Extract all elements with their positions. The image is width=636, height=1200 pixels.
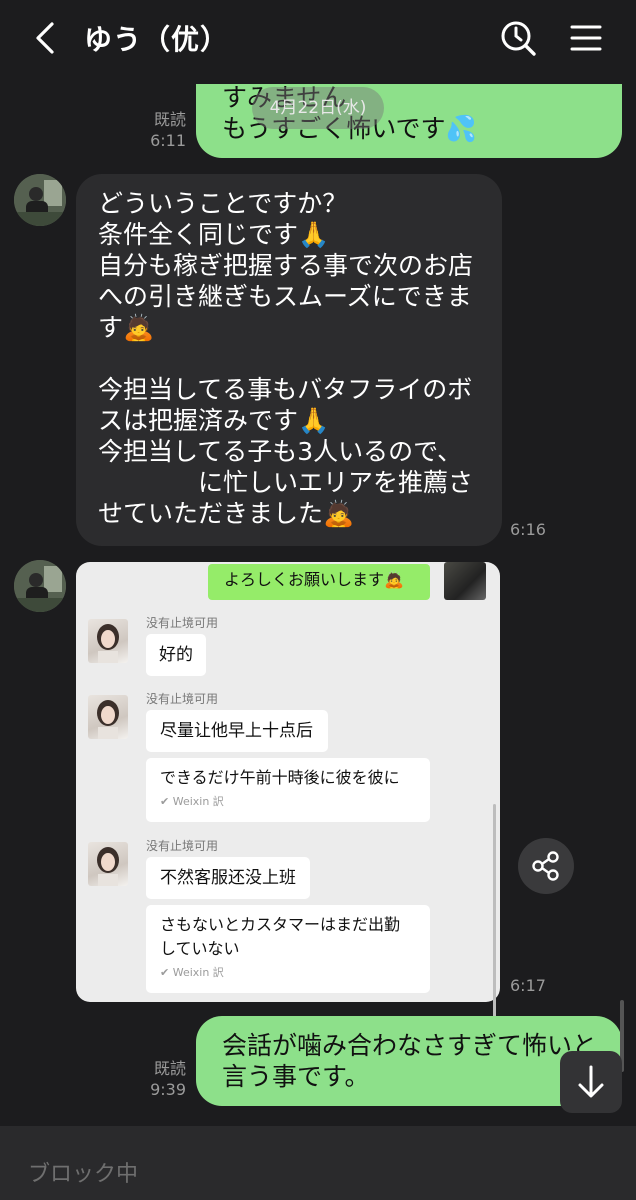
chat-area[interactable]: すみません もうすごく怖いです💦 既読 6:11 4月22日(水) どういうこと… (0, 84, 636, 1126)
blocked-status-label: ブロック中 (28, 1162, 139, 1187)
chat-title: ゆう（优） (84, 23, 230, 56)
read-indicator: 既読 (153, 1059, 186, 1078)
wechat-incoming-bubble: 好的 (146, 634, 206, 676)
translation-text: できるだけ午前十時後に彼を彼に (160, 768, 400, 787)
wechat-nickname: 没有止境可用 (146, 616, 219, 630)
back-button[interactable] (28, 18, 64, 58)
read-indicator: 既読 (153, 110, 186, 129)
translation-source: ✔ Weixin 訳 (160, 966, 224, 979)
share-button[interactable] (518, 838, 574, 894)
arrow-down-icon (578, 1065, 604, 1098)
translation-text: さもないとカスタマーはまだ出勤していない (160, 915, 401, 958)
incoming-message[interactable]: どういうことですか？ 条件全く同じです🙏 自分も稼ぎ把握する事で次のお店への引き… (76, 174, 502, 546)
message-time: 6:11 (150, 131, 186, 150)
chat-header: ゆう（优） (0, 0, 636, 84)
message-meta: 既読 9:39 (140, 1058, 186, 1100)
wechat-avatar (444, 562, 486, 600)
input-bar-blocked: ブロック中 (0, 1126, 636, 1200)
wechat-translation: さもないとカスタマーはまだ出勤していない ✔ Weixin 訳 (146, 905, 430, 993)
date-separator: 4月22日(水) (252, 87, 384, 129)
woman-photo-icon (97, 700, 119, 739)
wechat-avatar (88, 842, 128, 886)
outgoing-message[interactable]: 会話が噛み合わなさすぎて怖いと言う事です。 (196, 1016, 622, 1106)
wechat-incoming-bubble: 不然客服还没上班 (146, 857, 310, 899)
check-circle-icon: ✔ (160, 795, 170, 808)
wechat-avatar (88, 619, 128, 663)
woman-photo-icon (97, 624, 119, 663)
avatar[interactable] (14, 174, 66, 226)
wechat-nickname: 没有止境可用 (146, 839, 219, 853)
message-time: 9:39 (150, 1080, 186, 1099)
message-text: どういうことですか？ 条件全く同じです🙏 自分も稼ぎ把握する事で次のお店への引き… (98, 189, 474, 528)
woman-photo-icon (97, 847, 119, 886)
message-meta: 既読 6:11 (140, 109, 186, 151)
search-button[interactable] (498, 18, 538, 58)
avatar-photo-icon (14, 174, 66, 226)
wechat-nickname: 没有止境可用 (146, 692, 219, 706)
image-message[interactable]: よろしくお願いします🙇 没有止境可用 好的 没有止境可用 尽量让他早上十点后 で… (76, 562, 500, 1002)
translation-source: ✔ Weixin 訳 (160, 795, 224, 808)
message-time: 6:17 (510, 976, 546, 995)
wechat-avatar (88, 695, 128, 739)
search-icon (501, 21, 536, 56)
scroll-to-bottom-button[interactable] (560, 1051, 622, 1113)
wechat-outgoing-bubble: よろしくお願いします🙇 (208, 564, 430, 600)
avatar[interactable] (14, 560, 66, 612)
message-text: 会話が噛み合わなさすぎて怖いと言う事です。 (222, 1031, 598, 1091)
message-time: 6:16 (510, 520, 546, 539)
wechat-incoming-bubble: 尽量让他早上十点后 (146, 710, 328, 752)
menu-button[interactable] (566, 18, 606, 58)
back-chevron-icon (36, 22, 54, 54)
check-circle-icon: ✔ (160, 966, 170, 979)
share-icon (532, 851, 559, 881)
menu-icon (570, 25, 602, 51)
wechat-translation: できるだけ午前十時後に彼を彼に ✔ Weixin 訳 (146, 758, 430, 822)
avatar-photo-icon (14, 560, 66, 612)
